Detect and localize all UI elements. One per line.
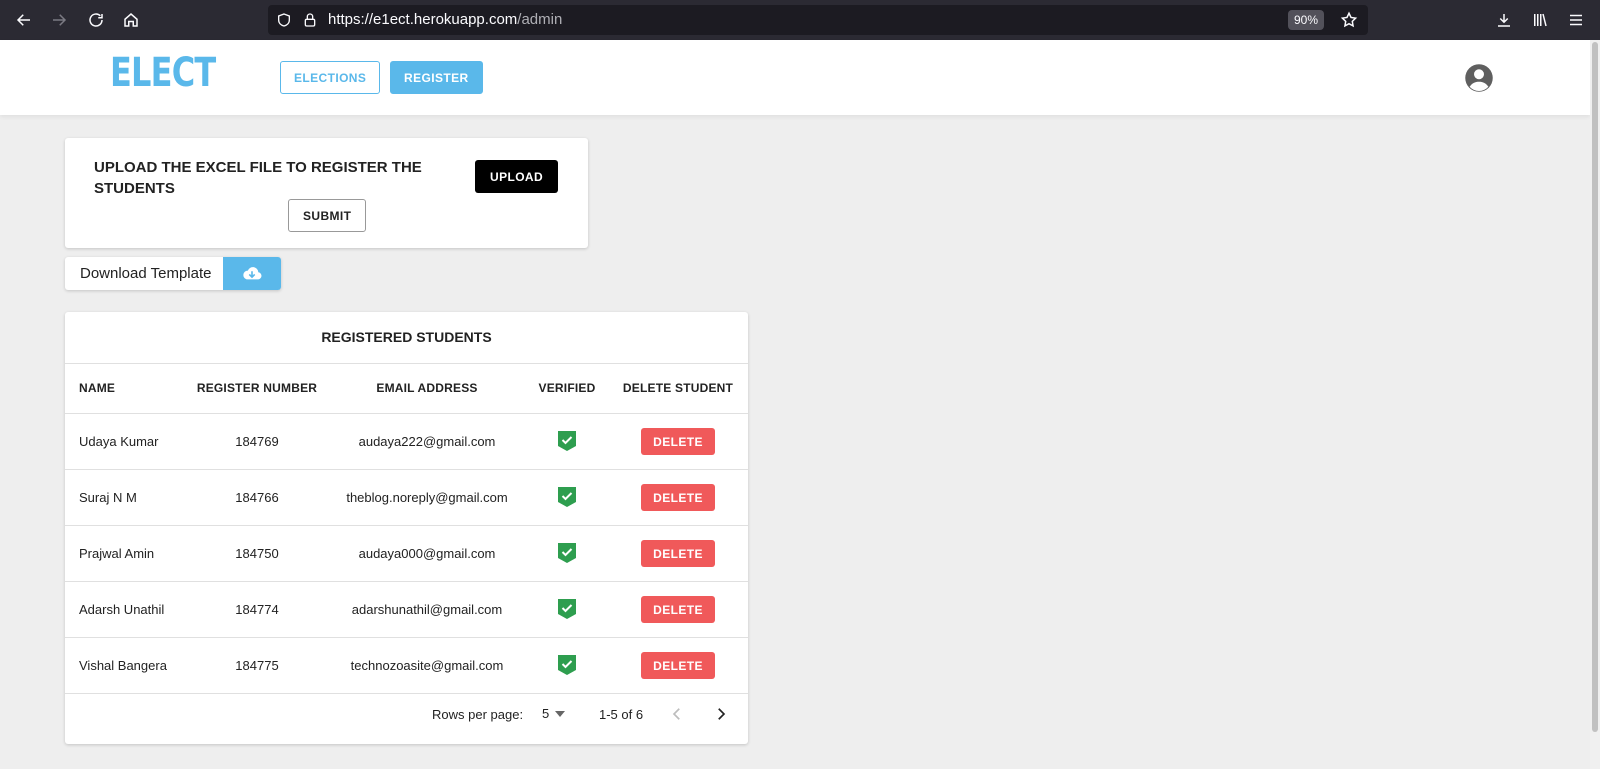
upload-button[interactable]: UPLOAD xyxy=(475,160,559,193)
table-title: REGISTERED STUDENTS xyxy=(321,329,492,345)
page-scrollbar[interactable] xyxy=(1590,40,1600,769)
student-email: audaya000@gmail.com xyxy=(358,546,496,561)
browser-toolbar: https://e1ect.herokuapp.com/admin 90% xyxy=(0,0,1600,40)
verified-shield-icon xyxy=(558,543,576,563)
row-divider xyxy=(65,693,748,694)
student-name: Udaya Kumar xyxy=(79,434,159,449)
download-template-button[interactable] xyxy=(223,257,281,290)
submit-button[interactable]: SUBMIT xyxy=(288,199,367,232)
student-name: Adarsh Unathil xyxy=(79,602,165,617)
student-email: adarshunathil@gmail.com xyxy=(351,602,503,617)
student-register-number: 184766 xyxy=(235,490,279,505)
upload-card: UPLOAD THE EXCEL FILE TO REGISTER THE ST… xyxy=(65,138,588,248)
shield-icon[interactable] xyxy=(276,12,292,28)
rows-per-page-value: 5 xyxy=(542,706,550,721)
forward-arrow-icon[interactable] xyxy=(47,8,71,32)
download-template: Download Template xyxy=(65,257,281,290)
zoom-badge[interactable]: 90% xyxy=(1287,10,1324,30)
student-register-number: 184750 xyxy=(235,546,279,561)
lock-icon[interactable] xyxy=(302,12,318,28)
app-header: ELECT ELECTIONS REGISTER xyxy=(0,40,1590,115)
next-page-icon[interactable] xyxy=(712,705,730,723)
account-circle-icon[interactable] xyxy=(1464,63,1494,93)
star-icon[interactable] xyxy=(1340,11,1358,29)
table-row: Suraj N M 184766 theblog.noreply@gmail.com… xyxy=(65,470,748,526)
address-bar[interactable]: https://e1ect.herokuapp.com/admin 90% xyxy=(268,5,1368,35)
pagination-range: 1-5 of 6 xyxy=(599,707,644,722)
divider xyxy=(65,363,748,364)
column-header-delete: DELETE STUDENT xyxy=(622,381,734,395)
home-icon[interactable] xyxy=(119,8,143,32)
table-row: Udaya Kumar 184769 audaya222@gmail.com DELE… xyxy=(65,414,748,470)
upload-title: UPLOAD THE EXCEL FILE TO REGISTER THE ST… xyxy=(94,159,422,197)
back-arrow-icon[interactable] xyxy=(12,8,36,32)
student-register-number: 184769 xyxy=(235,434,279,449)
download-template-label: Download Template xyxy=(80,265,212,282)
student-name: Suraj N M xyxy=(79,490,137,505)
verified-shield-icon xyxy=(558,599,576,619)
rows-per-page-label: Rows per page: xyxy=(432,707,524,722)
scrollbar-thumb[interactable] xyxy=(1592,42,1598,732)
verified-shield-icon xyxy=(558,655,576,675)
url-text: https://e1ect.herokuapp.com/admin xyxy=(328,11,563,28)
caret-down-icon xyxy=(555,710,566,717)
student-name: Prajwal Amin xyxy=(79,546,155,561)
reload-icon[interactable] xyxy=(84,8,108,32)
delete-student-button[interactable]: DELETE xyxy=(641,652,715,679)
cloud-download-icon xyxy=(243,266,262,279)
student-email: theblog.noreply@gmail.com xyxy=(346,490,508,505)
column-header-name: NAME xyxy=(79,381,116,395)
register-button[interactable]: REGISTER xyxy=(390,61,483,94)
verified-shield-icon xyxy=(558,487,576,507)
column-header-verified: VERIFIED xyxy=(538,381,596,395)
verified-shield-icon xyxy=(558,431,576,451)
student-name: Vishal Bangera xyxy=(79,658,167,673)
student-register-number: 184775 xyxy=(235,658,279,673)
elect-logo[interactable]: ELECT xyxy=(110,50,216,96)
delete-student-button[interactable]: DELETE xyxy=(641,540,715,567)
student-register-number: 184774 xyxy=(235,602,279,617)
rows-per-page-select[interactable]: 5 xyxy=(542,706,566,721)
menu-icon[interactable] xyxy=(1564,8,1588,32)
registered-students-card: REGISTERED STUDENTS NAME REGISTER NUMBER… xyxy=(65,312,748,744)
delete-student-button[interactable]: DELETE xyxy=(641,428,715,455)
table-row: Prajwal Amin 184750 audaya000@gmail.com DEL… xyxy=(65,526,748,582)
elections-button[interactable]: ELECTIONS xyxy=(280,61,381,94)
delete-student-button[interactable]: DELETE xyxy=(641,484,715,511)
delete-student-button[interactable]: DELETE xyxy=(641,596,715,623)
column-header-email: EMAIL ADDRESS xyxy=(376,381,478,395)
table-row: Adarsh Unathil 184774 adarshunathil@gmail.… xyxy=(65,582,748,638)
student-email: technozoasite@gmail.com xyxy=(350,658,504,673)
download-icon[interactable] xyxy=(1492,8,1516,32)
table-row: Vishal Bangera 184775 technozoasite@gmail.… xyxy=(65,638,748,694)
student-email: audaya222@gmail.com xyxy=(358,434,496,449)
pagination: Rows per page: 5 1-5 of 6 xyxy=(65,695,748,735)
library-icon[interactable] xyxy=(1528,8,1552,32)
previous-page-icon[interactable] xyxy=(668,705,686,723)
column-header-register-number: REGISTER NUMBER xyxy=(196,381,318,395)
